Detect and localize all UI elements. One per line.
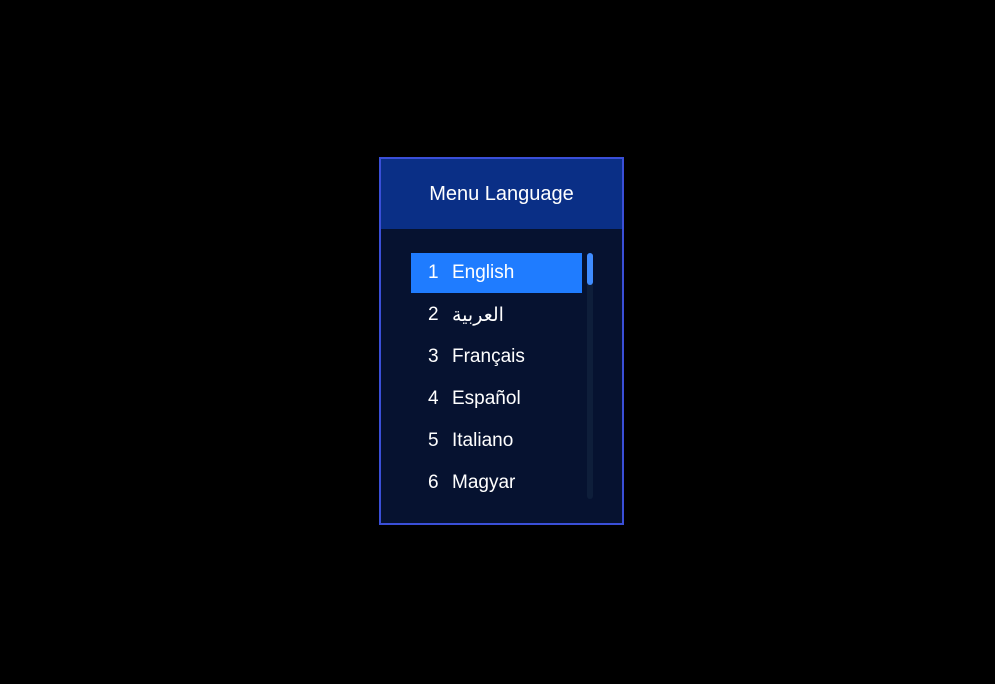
item-number: 4 xyxy=(428,388,439,409)
item-number: 6 xyxy=(428,472,439,493)
dialog-header: Menu Language xyxy=(381,159,622,229)
item-number: 2 xyxy=(428,304,439,325)
item-number: 1 xyxy=(428,262,439,283)
menu-language-dialog: Menu Language 1 English 2 العربية 3 Fran… xyxy=(379,157,624,525)
language-item-spanish[interactable]: 4 Español xyxy=(411,379,582,419)
language-list: 1 English 2 العربية 3 Français 4 Español… xyxy=(411,253,582,505)
language-item-hungarian[interactable]: 6 Magyar xyxy=(411,463,582,503)
scroll-thumb[interactable] xyxy=(587,253,593,285)
list-scrollbar[interactable] xyxy=(587,253,593,499)
language-item-french[interactable]: 3 Français xyxy=(411,337,582,377)
item-label: Magyar xyxy=(452,472,516,493)
item-label: English xyxy=(452,262,515,283)
language-item-italian[interactable]: 5 Italiano xyxy=(411,421,582,461)
item-label: العربية xyxy=(452,304,504,326)
language-list-area: 1 English 2 العربية 3 Français 4 Español… xyxy=(381,229,622,523)
language-item-arabic[interactable]: 2 العربية xyxy=(411,295,582,335)
item-label: Français xyxy=(452,346,525,367)
tv-screen: Menu Language 1 English 2 العربية 3 Fran… xyxy=(0,0,995,684)
dialog-title: Menu Language xyxy=(429,182,574,205)
item-number: 3 xyxy=(428,346,439,367)
item-label: Español xyxy=(452,388,521,409)
item-number: 5 xyxy=(428,430,439,451)
item-label: Italiano xyxy=(452,430,514,451)
language-item-english[interactable]: 1 English xyxy=(411,253,582,293)
